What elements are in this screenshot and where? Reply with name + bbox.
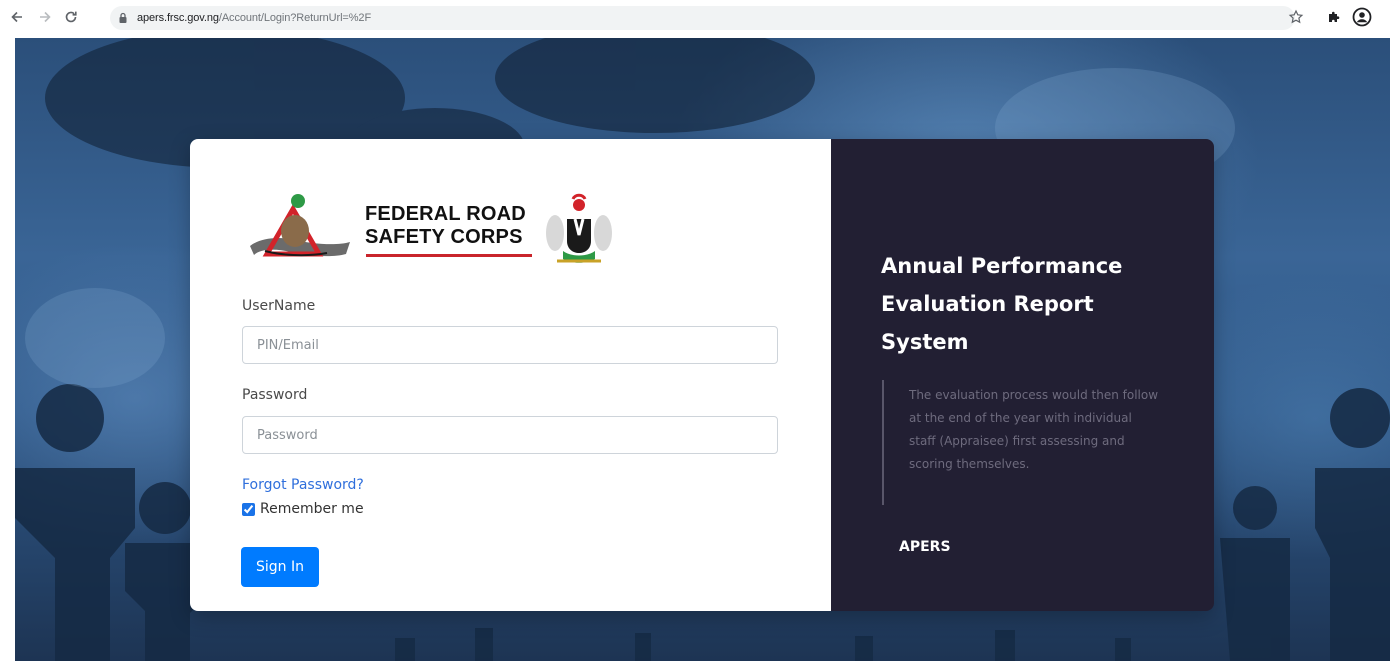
- panel-title: Annual Performance Evaluation Report Sys…: [881, 254, 1123, 354]
- logo-line-1: FEDERAL ROAD: [365, 203, 526, 225]
- profile-button[interactable]: [1351, 6, 1373, 28]
- username-label: UserName: [242, 298, 316, 314]
- info-panel: Annual Performance Evaluation Report Sys…: [831, 139, 1214, 611]
- panel-description: The evaluation process would then follow…: [909, 388, 1159, 471]
- remember-me-checkbox[interactable]: [242, 502, 255, 516]
- browser-toolbar: apers.frsc.gov.ng/Account/Login?ReturnUr…: [0, 0, 1400, 36]
- account-circle-icon: [1352, 7, 1372, 27]
- forgot-password-link[interactable]: Forgot Password?: [242, 477, 364, 493]
- username-input[interactable]: [242, 326, 778, 364]
- sign-in-button[interactable]: Sign In: [241, 547, 319, 587]
- puzzle-icon: [1329, 11, 1340, 22]
- quote-divider: [882, 380, 884, 505]
- back-arrow-icon: [11, 11, 22, 23]
- coat-of-arms-icon: [546, 193, 612, 263]
- url-path: /Account/Login?ReturnUrl=%2F: [218, 12, 372, 24]
- remember-me-label: Remember me: [260, 501, 364, 517]
- password-input[interactable]: [242, 416, 778, 454]
- forward-arrow-icon: [40, 11, 51, 23]
- extensions-button[interactable]: [1323, 6, 1345, 28]
- lock-icon: [119, 12, 127, 23]
- logo-wordmark: FEDERAL ROAD SAFETY CORPS: [365, 203, 526, 249]
- logo-red-underline: [366, 254, 532, 257]
- frsc-crest-icon: [250, 194, 350, 257]
- back-button[interactable]: [6, 6, 28, 28]
- reload-button[interactable]: [60, 6, 82, 28]
- reload-icon: [65, 11, 77, 23]
- url-host: apers.frsc.gov.ng: [137, 12, 219, 24]
- star-icon: [1288, 9, 1304, 24]
- login-card: FEDERAL ROAD SAFETY CORPS UserName Passw…: [190, 139, 1214, 611]
- logo-line-2: SAFETY CORPS: [365, 226, 523, 248]
- password-label: Password: [242, 387, 308, 403]
- address-bar[interactable]: apers.frsc.gov.ng/Account/Login?ReturnUr…: [110, 6, 1295, 30]
- forward-button[interactable]: [34, 6, 56, 28]
- login-form-panel: FEDERAL ROAD SAFETY CORPS UserName Passw…: [190, 139, 831, 611]
- bookmark-button[interactable]: [1285, 6, 1307, 28]
- panel-brand: APERS: [899, 539, 951, 555]
- remember-me-row: Remember me: [242, 501, 364, 517]
- url-text: apers.frsc.gov.ng/Account/Login?ReturnUr…: [137, 12, 371, 24]
